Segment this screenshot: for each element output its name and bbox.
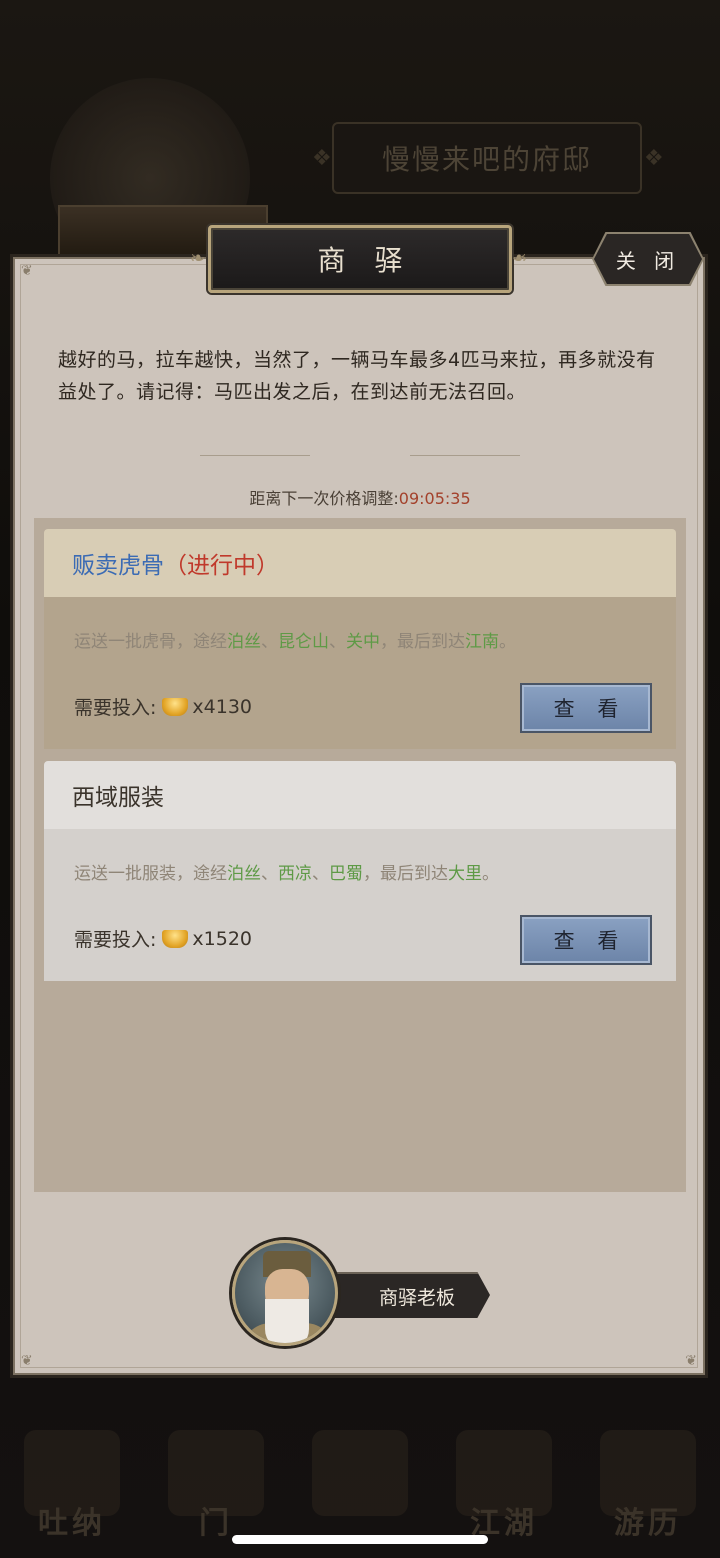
view-button[interactable]: 查 看 (520, 915, 652, 965)
route-text: 运送一批服装，途经泊丝、西凉、巴蜀，最后到达大里。 (74, 864, 499, 884)
divider-right (410, 452, 520, 460)
timer-label: 距离下一次价格调整: (249, 489, 399, 508)
nav-item-youli[interactable]: 游历 (588, 1430, 708, 1552)
price-timer: 距离下一次价格调整:09:05:35 (0, 485, 720, 509)
route-destination: 江南 (465, 632, 499, 652)
cost-row: 需要投入: x4130 (74, 693, 252, 720)
card-title: 西域服装 (72, 785, 164, 811)
cost-value: x1520 (192, 927, 253, 950)
route-stop: 关中 (346, 632, 380, 652)
card-body: 运送一批服装，途经泊丝、西凉、巴蜀，最后到达大里。 需要投入: x1520 查 … (44, 829, 676, 981)
route-stop: 泊丝 (227, 632, 261, 652)
ornament-left-icon: ❖ (312, 146, 332, 171)
route-destination: 大里 (448, 864, 482, 884)
npc-name-label: 商驿老板 (332, 1272, 490, 1318)
gold-ingot-icon (162, 929, 189, 948)
ornament-right-icon: ❖ (644, 146, 664, 171)
nav-item-jianghu[interactable]: 江湖 (444, 1430, 564, 1552)
corner-ornament-icon: ❦ (685, 1353, 697, 1369)
mansion-title: 慢慢来吧的府邸 (332, 122, 642, 194)
intro-text: 越好的马，拉车越快，当然了，一辆马车最多4匹马来拉，再多就没有益处了。请记得：马… (58, 349, 656, 403)
cost-label: 需要投入: (74, 697, 157, 719)
route-stop: 巴蜀 (329, 864, 363, 884)
title-wing-left-icon: ❧ (190, 248, 206, 269)
caravan-card-western-clothing: 西域服装 运送一批服装，途经泊丝、西凉、巴蜀，最后到达大里。 需要投入: x15… (44, 761, 676, 981)
card-header: 西域服装 (44, 761, 676, 829)
timer-value: 09:05:35 (398, 489, 471, 508)
corner-ornament-icon: ❦ (21, 263, 33, 279)
title-wing-right-icon: ❧ (512, 248, 528, 269)
corner-ornament-icon: ❦ (21, 1353, 33, 1369)
gold-ingot-icon (162, 697, 189, 716)
nav-item-tuna[interactable]: 吐纳 (12, 1430, 132, 1552)
close-button[interactable]: 关 闭 (594, 234, 702, 284)
route-stop: 泊丝 (227, 864, 261, 884)
home-indicator[interactable] (232, 1535, 488, 1544)
npc-avatar (232, 1240, 338, 1346)
card-header: 贩卖虎骨 （进行中） (44, 529, 676, 597)
caravan-card-tiger-bone: 贩卖虎骨 （进行中） 运送一批虎骨，途经泊丝、昆仑山、关中，最后到达江南。 需要投… (44, 529, 676, 749)
card-status: （进行中） (164, 553, 279, 579)
dialog-title: 商 驿 (317, 244, 413, 277)
route-stop: 西凉 (278, 864, 312, 884)
cost-label: 需要投入: (74, 929, 157, 951)
route-stop: 昆仑山 (278, 632, 329, 652)
view-button[interactable]: 查 看 (520, 683, 652, 733)
nav-item-men[interactable]: 门 (156, 1430, 276, 1552)
nav-item-scroll[interactable] (300, 1430, 420, 1552)
divider-left (200, 452, 310, 460)
cost-row: 需要投入: x1520 (74, 925, 252, 952)
scroll-icon (312, 1430, 408, 1516)
dialog-title-plate: 商 驿 (208, 225, 512, 293)
card-body: 运送一批虎骨，途经泊丝、昆仑山、关中，最后到达江南。 需要投入: x4130 查… (44, 597, 676, 749)
route-text: 运送一批虎骨，途经泊丝、昆仑山、关中，最后到达江南。 (74, 632, 516, 652)
card-title: 贩卖虎骨 (72, 553, 164, 579)
cost-value: x4130 (192, 695, 253, 718)
